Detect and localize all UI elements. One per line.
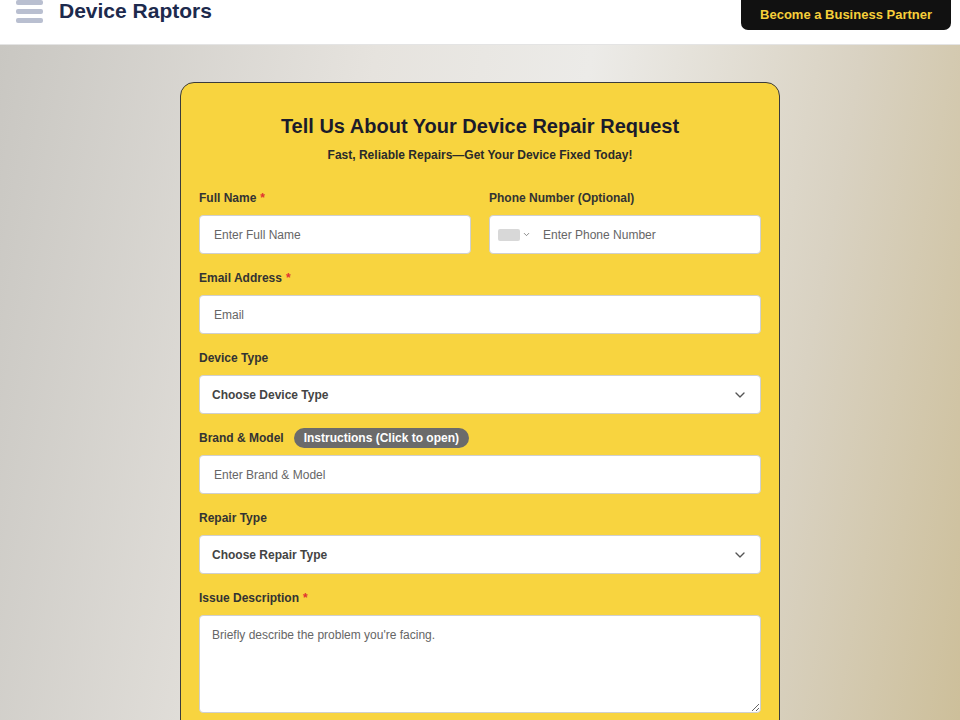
- logo[interactable]: Device Raptors: [59, 0, 212, 22]
- form-subtitle: Fast, Reliable Repairs—Get Your Device F…: [199, 147, 761, 163]
- flag-icon: [498, 229, 520, 241]
- form-row: Device Type Choose Device Type: [199, 350, 761, 414]
- text-field[interactable]: [199, 295, 761, 334]
- chevron-down-icon: [732, 547, 748, 563]
- field-label: Repair Type: [199, 510, 267, 526]
- label-row: Phone Number (Optional): [489, 190, 761, 206]
- required-mark: *: [286, 271, 291, 285]
- label-row: Brand & Model Instructions (Click to open…: [199, 430, 761, 446]
- phone-input[interactable]: [541, 227, 748, 243]
- field-label: Full Name*: [199, 190, 265, 206]
- partner-button[interactable]: Become a Business Partner: [741, 0, 951, 30]
- form-row: Full Name* Phone Number (Optional): [199, 190, 761, 254]
- menu-icon[interactable]: [16, 0, 43, 23]
- required-mark: *: [303, 591, 308, 605]
- form-field: Phone Number (Optional): [489, 190, 761, 254]
- label-row: Email Address*: [199, 270, 761, 286]
- country-picker[interactable]: [502, 229, 531, 241]
- repair-form: Tell Us About Your Device Repair Request…: [180, 82, 780, 720]
- form-row: Brand & Model Instructions (Click to open…: [199, 430, 761, 494]
- textarea-field[interactable]: [199, 615, 761, 713]
- field-label: Brand & Model: [199, 430, 284, 446]
- field-label: Issue Description*: [199, 590, 308, 606]
- form-field: Device Type Choose Device Type: [199, 350, 761, 414]
- form-field: Brand & Model Instructions (Click to open…: [199, 430, 761, 494]
- form-field: Full Name*: [199, 190, 471, 254]
- text-input[interactable]: [212, 467, 748, 483]
- brand: Device Raptors: [16, 0, 212, 23]
- text-input[interactable]: [212, 307, 748, 323]
- form-row: Issue Description*: [199, 590, 761, 713]
- form-field: Issue Description*: [199, 590, 761, 713]
- background-photo: Tell Us About Your Device Repair Request…: [0, 45, 960, 720]
- form-title: Tell Us About Your Device Repair Request: [199, 113, 761, 139]
- label-row: Device Type: [199, 350, 761, 366]
- form-row: Repair Type Choose Repair Type: [199, 510, 761, 574]
- select-field[interactable]: Choose Device Type: [199, 375, 761, 414]
- instructions-badge[interactable]: Instructions (Click to open): [294, 428, 469, 448]
- field-label: Phone Number (Optional): [489, 190, 634, 206]
- page: Device Raptors Become a Business Partner T…: [0, 0, 960, 720]
- label-row: Issue Description*: [199, 590, 761, 606]
- header: Device Raptors Become a Business Partner: [0, 0, 960, 45]
- text-input[interactable]: [212, 227, 458, 243]
- field-label: Device Type: [199, 350, 268, 366]
- label-row: Repair Type: [199, 510, 761, 526]
- form-field: Email Address*: [199, 270, 761, 334]
- field-label: Email Address*: [199, 270, 291, 286]
- form-rows: Full Name* Phone Number (Optional) Email A…: [199, 190, 761, 713]
- text-field[interactable]: [199, 455, 761, 494]
- phone-field[interactable]: [489, 215, 761, 254]
- required-mark: *: [260, 191, 265, 205]
- caret-icon: [522, 230, 531, 239]
- label-row: Full Name*: [199, 190, 471, 206]
- form-row: Email Address*: [199, 270, 761, 334]
- form-field: Repair Type Choose Repair Type: [199, 510, 761, 574]
- text-field[interactable]: [199, 215, 471, 254]
- chevron-down-icon: [732, 387, 748, 403]
- select-field[interactable]: Choose Repair Type: [199, 535, 761, 574]
